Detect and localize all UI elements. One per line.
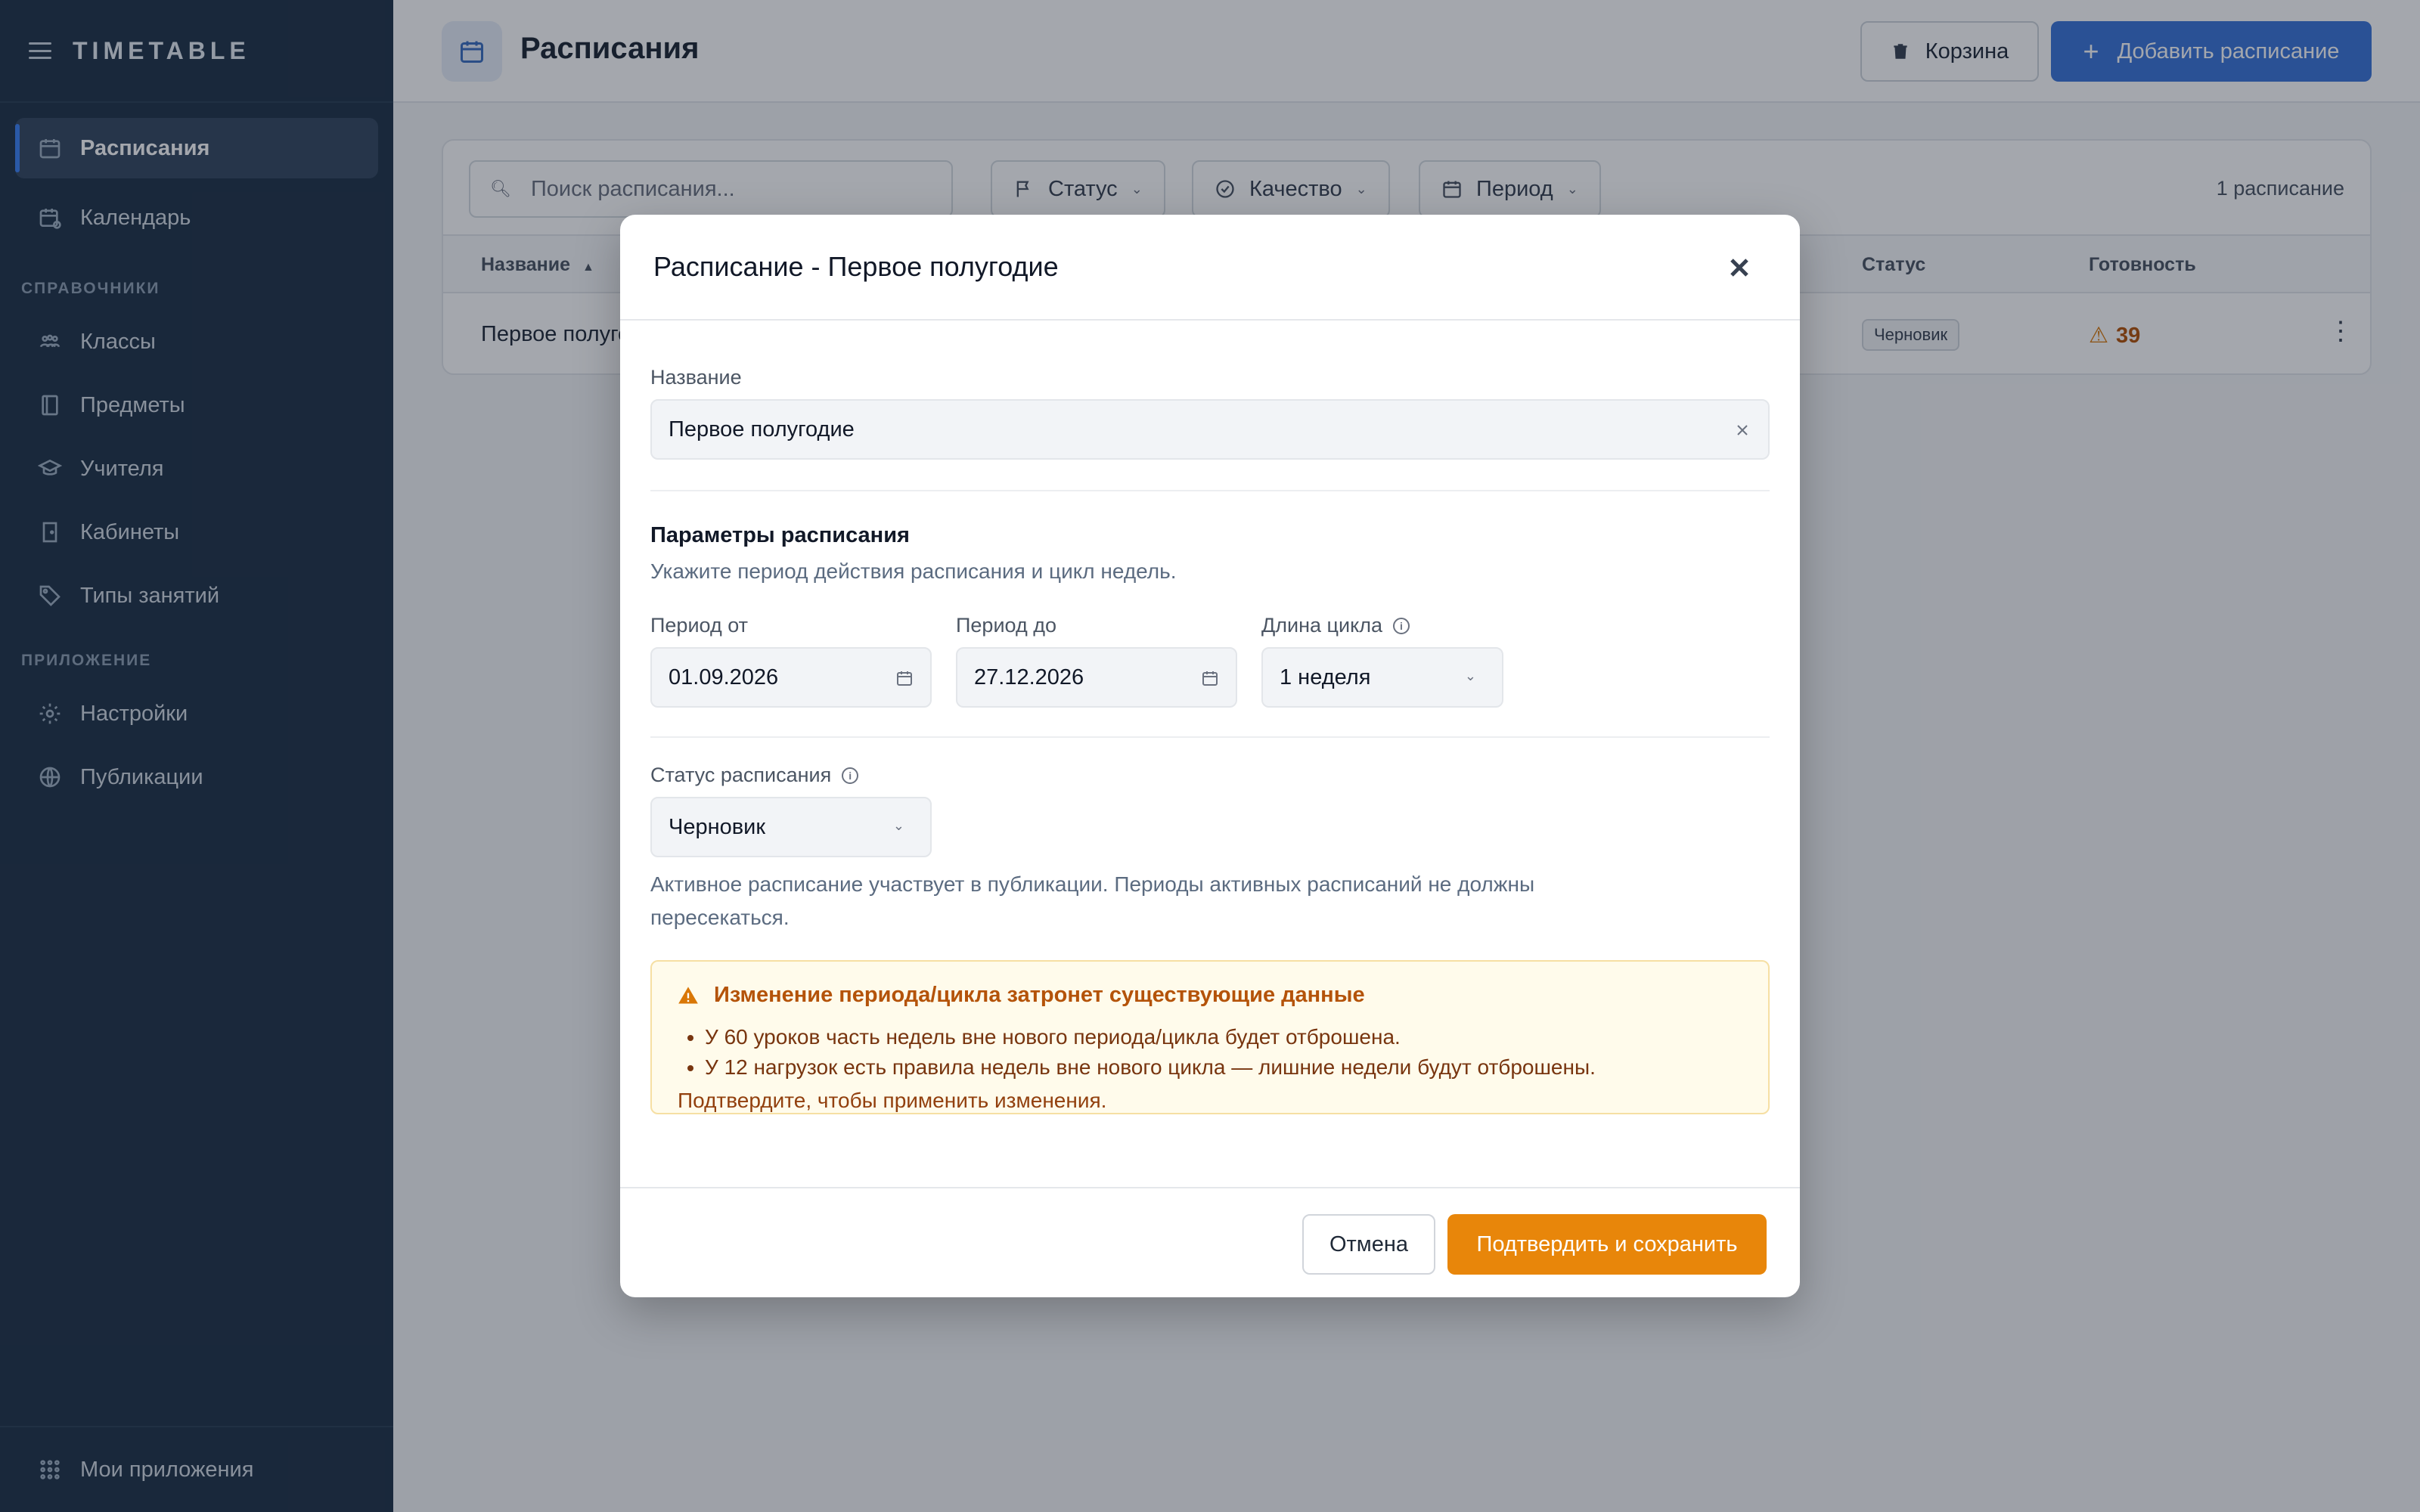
alert-list: У 60 уроков часть недель вне нового пери…	[705, 1022, 1596, 1083]
period-to-label: Период до	[956, 614, 1056, 637]
chevron-down-icon: ⌄	[1464, 668, 1476, 683]
params-title: Параметры расписания	[650, 523, 910, 547]
close-icon[interactable]	[1724, 253, 1754, 283]
period-from-value: 01.09.2026	[669, 665, 779, 689]
cycle-length-select[interactable]: 1 неделя ⌄	[1261, 647, 1503, 708]
period-from-label: Период от	[650, 614, 748, 637]
list-item: У 12 нагрузок есть правила недель вне но…	[705, 1052, 1596, 1083]
edit-schedule-modal: Расписание - Первое полугодие Название П…	[620, 215, 1800, 1297]
period-from-input[interactable]: 01.09.2026	[650, 647, 932, 708]
list-item: У 60 уроков часть недель вне нового пери…	[705, 1022, 1596, 1052]
status-hint: Активное расписание участвует в публикац…	[650, 872, 1535, 929]
status-label-text: Статус расписания	[650, 764, 832, 786]
divider	[650, 490, 1770, 491]
status-select[interactable]: Черновик ⌄	[650, 797, 932, 857]
cycle-length-value: 1 неделя	[1280, 665, 1371, 689]
cycle-length-label: Длина цикла i	[1261, 614, 1410, 637]
warning-icon	[678, 986, 698, 1003]
alert-title-text: Изменение периода/цикла затронет существ…	[714, 983, 1365, 1007]
calendar-icon[interactable]	[895, 668, 914, 686]
clear-icon[interactable]	[1733, 420, 1751, 438]
modal-footer: Отмена Подтвердить и сохранить	[620, 1187, 1800, 1297]
calendar-icon[interactable]	[1201, 668, 1219, 686]
modal-header: Расписание - Первое полугодие	[620, 215, 1800, 321]
info-icon[interactable]: i	[842, 767, 859, 784]
cycle-length-label-text: Длина цикла	[1261, 614, 1382, 637]
chevron-down-icon: ⌄	[892, 818, 904, 833]
divider	[650, 736, 1770, 738]
name-input[interactable]: Первое полугодие	[650, 399, 1770, 460]
alert-title: Изменение периода/цикла затронет существ…	[678, 983, 1365, 1008]
modal-title: Расписание - Первое полугодие	[653, 251, 1059, 282]
confirm-save-button[interactable]: Подтвердить и сохранить	[1447, 1214, 1767, 1275]
info-icon[interactable]: i	[1392, 617, 1410, 634]
params-subtitle: Укажите период действия расписания и цик…	[650, 559, 1177, 583]
cancel-button[interactable]: Отмена	[1302, 1214, 1435, 1275]
status-value: Черновик	[669, 814, 766, 839]
alert-footer: Подтвердите, чтобы применить изменения.	[678, 1089, 1107, 1112]
period-to-value: 27.12.2026	[974, 665, 1084, 689]
name-label: Название	[650, 366, 742, 389]
period-to-input[interactable]: 27.12.2026	[956, 647, 1237, 708]
warning-alert: Изменение периода/цикла затронет существ…	[650, 960, 1770, 1114]
status-label: Статус расписания i	[650, 764, 859, 787]
name-value: Первое полугодие	[669, 417, 855, 442]
